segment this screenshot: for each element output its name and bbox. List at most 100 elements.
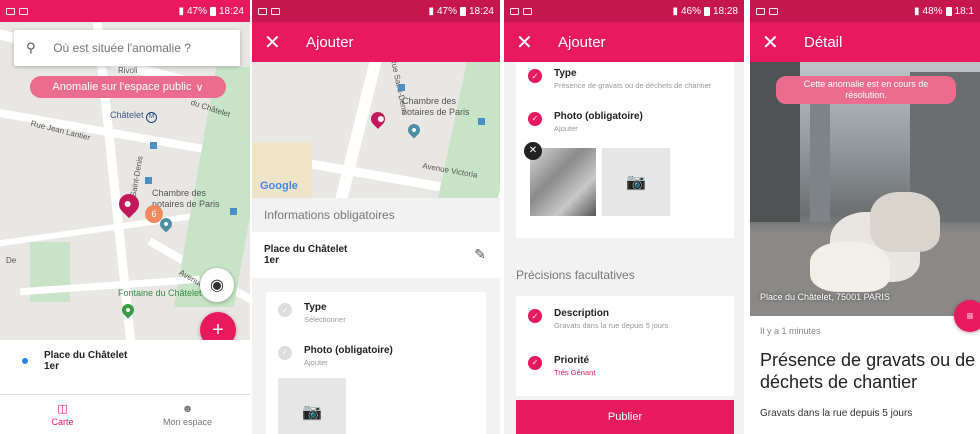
type-row[interactable]: ✓ Type Présence de gravats ou de déchets … — [516, 62, 734, 101]
type-row[interactable]: ✓ Type Sélectionner — [266, 292, 486, 335]
add-photo-button[interactable]: 📷 — [602, 147, 670, 216]
check-circle-icon: ✓ — [528, 355, 542, 370]
chip-label: Anomalie sur l'espace public — [52, 81, 192, 93]
map-label-chambre: Chambre des notaires de Paris — [152, 188, 220, 209]
anomaly-photo[interactable]: Cette anomalie est en cours de résolutio… — [750, 62, 980, 316]
google-logo: Google — [260, 180, 298, 192]
check-circle-icon: ✓ — [528, 111, 542, 126]
close-icon[interactable]: ✕ — [516, 30, 542, 55]
notification-icon — [258, 7, 267, 15]
my-location-button[interactable]: ◉ — [200, 268, 234, 302]
close-icon[interactable]: ✕ — [762, 30, 788, 55]
location-district: 1er — [264, 255, 280, 266]
poi-icon — [150, 142, 157, 149]
signal-icon: ▮ — [914, 5, 920, 17]
notification-icon — [523, 7, 532, 15]
location-row[interactable]: Place du Châtelet 1er ✎ — [252, 232, 500, 278]
notification-icon — [769, 7, 778, 15]
page-title: Détail — [804, 33, 843, 51]
row-subtitle: Sélectionner — [304, 315, 346, 324]
add-photo-button[interactable]: 📷 — [278, 377, 346, 434]
battery-level: 48% — [922, 5, 943, 17]
crosshair-icon: ◉ — [210, 277, 224, 294]
notification-icon — [756, 7, 765, 15]
status-time: 18:28 — [712, 5, 738, 17]
bottom-tab-bar: ◫ Carte ☻ Mon espace — [0, 394, 250, 434]
anomaly-pin[interactable] — [368, 109, 388, 129]
anomaly-description: Gravats dans la rue depuis 5 jours — [760, 408, 913, 419]
follow-button[interactable]: ≡ — [954, 300, 980, 332]
mini-map[interactable]: Rue Saint-Denis Chambre des notaires de … — [252, 62, 500, 198]
check-circle-icon: ✓ — [528, 69, 542, 83]
app-bar: ✕ Ajouter — [504, 22, 744, 62]
status-time: 18:1 — [954, 5, 974, 17]
page-title: Ajouter — [558, 33, 606, 51]
row-title: Type — [554, 68, 577, 79]
battery-level: 46% — [680, 5, 701, 17]
screen-add-filled: ▮ 46% 18:28 ✕ Ajouter ✓ Type Présence de gr… — [504, 0, 744, 434]
publish-button[interactable]: Publier — [516, 400, 734, 434]
person-icon: ☻ — [181, 402, 194, 415]
photo-address: Place du Châtelet, 75001 PARIS — [760, 292, 890, 302]
location-name: Place du Châtelet — [44, 350, 128, 361]
map-label-fontaine: Fontaine du Châtelet — [118, 288, 202, 298]
status-badge: Cette anomalie est en cours de résolutio… — [776, 76, 956, 104]
notification-icon — [510, 7, 519, 15]
notification-icon — [19, 7, 28, 15]
camera-plus-icon: 📷 — [626, 173, 646, 191]
remove-photo-icon[interactable]: ✕ — [524, 141, 542, 160]
photo-row[interactable]: ✓ Photo (obligatoire) Ajouter — [516, 101, 734, 144]
map-label: Rivoli — [118, 66, 138, 75]
section-header-required: Informations obligatoires — [252, 202, 500, 228]
close-icon[interactable]: ✕ — [264, 30, 290, 55]
section-header-optional: Précisions facultatives — [504, 264, 744, 286]
row-title: Priorité — [554, 354, 590, 366]
map-icon: ◫ — [57, 403, 68, 415]
selected-location-card[interactable]: Place du Châtelet 1er — [0, 340, 250, 394]
category-filter-chip[interactable]: Anomalie sur l'espace public ∨ — [30, 76, 226, 98]
tab-label: Mon espace — [162, 416, 213, 427]
tab-mon-espace[interactable]: ☻ Mon espace — [125, 395, 250, 434]
signal-icon: ▮ — [672, 5, 678, 17]
notification-icon — [6, 7, 15, 15]
anomaly-heading: Présence de gravats ou de déchets de cha… — [760, 350, 976, 392]
row-title: Photo (obligatoire) — [304, 344, 393, 356]
map-label-chatelet: Châtelet M — [110, 110, 158, 123]
check-circle-icon: ✓ — [528, 309, 542, 323]
row-title: Type — [304, 302, 327, 313]
photo-thumbnail[interactable]: ✕ — [524, 141, 596, 216]
screen-detail: ▮ 48% 18:1 ✕ Détail Cette anomalie est en … — [750, 0, 980, 434]
time-ago: Il y a 1 minutes — [760, 326, 821, 336]
priority-row[interactable]: ✓ Priorité Très Gênant — [516, 341, 734, 388]
notification-icon — [271, 7, 280, 15]
battery-icon — [945, 6, 952, 16]
screen-add: ▮ 47% 18:24 ✕ Ajouter Rue Saint-Denis Cham… — [252, 0, 500, 434]
description-row[interactable]: ✓ Description Gravats dans la rue depuis … — [516, 296, 734, 341]
map-label: Chambre des notaires de Paris — [402, 96, 470, 117]
battery-level: 47% — [436, 5, 457, 17]
place-pin[interactable] — [405, 121, 423, 139]
plus-icon: + — [212, 318, 224, 341]
screen-map: ▮ 47% 18:24 Rivoli du Châtelet Châtelet M … — [0, 0, 250, 434]
poi-icon — [145, 177, 152, 184]
row-subtitle: Ajouter — [304, 357, 328, 367]
row-subtitle: Présence de gravats ou de déchets de cha… — [554, 81, 712, 90]
tab-carte[interactable]: ◫ Carte — [0, 395, 125, 434]
status-bar: ▮ 48% 18:1 — [750, 0, 980, 22]
tab-label: Carte — [51, 417, 74, 427]
search-bar[interactable]: ⚲ — [14, 30, 240, 66]
row-subtitle: Très Gênant — [554, 367, 596, 377]
search-input[interactable] — [53, 41, 228, 55]
map-label: De — [6, 256, 17, 265]
battery-icon — [703, 6, 710, 16]
photo-row[interactable]: ✓ Photo (obligatoire) Ajouter — [266, 335, 486, 378]
row-subtitle: Gravats dans la rue depuis 5 jours — [554, 321, 669, 330]
section-title: Informations obligatoires — [264, 208, 395, 222]
required-fields-card: ✓ Type Sélectionner ✓ Photo (obligatoire)… — [266, 292, 486, 434]
edit-pencil-icon[interactable]: ✎ — [474, 246, 486, 263]
check-circle-icon: ✓ — [278, 345, 292, 360]
battery-icon — [459, 6, 466, 16]
location-name: Place du Châtelet — [264, 244, 348, 255]
app-bar: ✕ Détail — [750, 22, 980, 62]
poi-icon — [478, 118, 485, 125]
